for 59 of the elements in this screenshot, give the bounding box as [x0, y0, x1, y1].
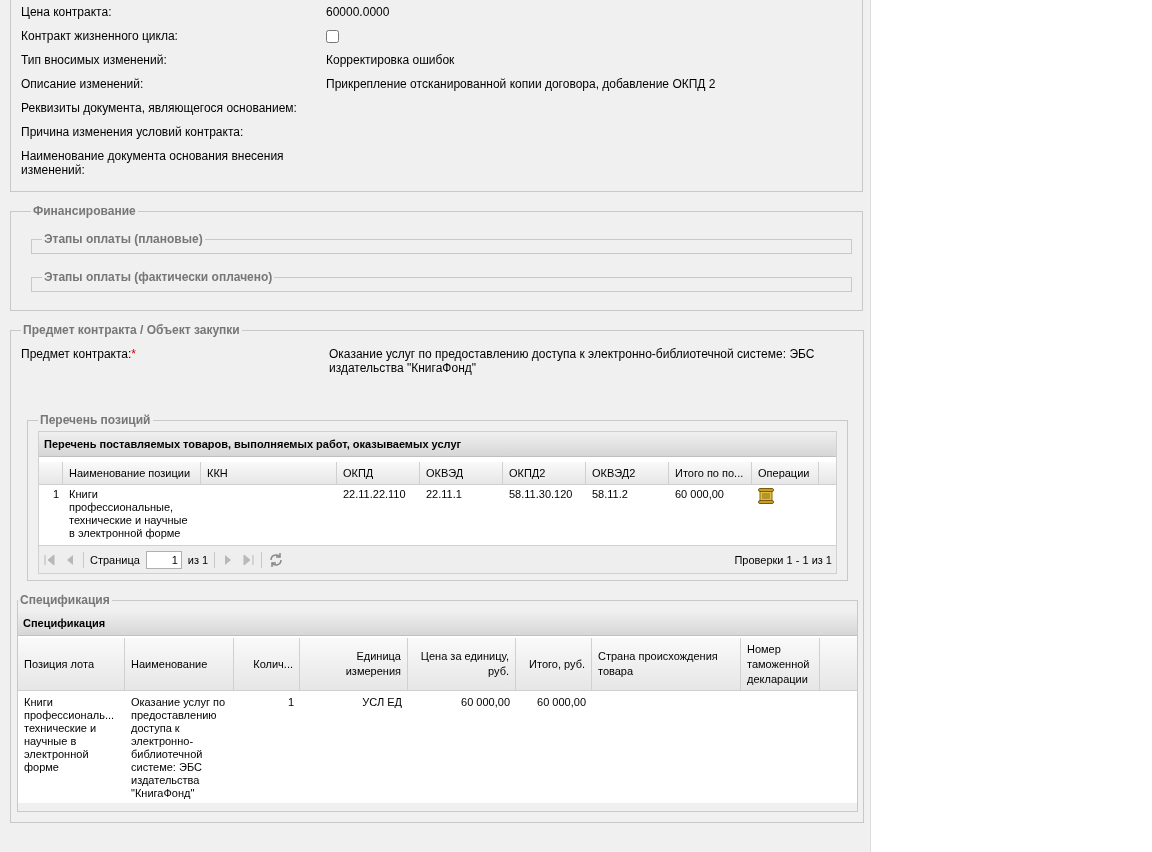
- table-cell-text: 60 000,00: [674, 487, 725, 502]
- field-label: Причина изменения условий контракта:: [21, 124, 245, 139]
- table-cell-text: 60 000,00: [460, 695, 511, 710]
- table-cell-text: 22.11.22.110: [342, 487, 407, 502]
- required-mark: *: [131, 347, 137, 361]
- column-header[interactable]: Наименование позиции: [63, 462, 201, 484]
- grid-title: Спецификация: [18, 611, 857, 636]
- section-legend: Перечень позиций: [38, 413, 153, 427]
- table-cell-text: УСЛ ЕД: [361, 695, 403, 710]
- grid-title: Перечень поставляемых товаров, выполняемых работ, оказываемых услуг: [39, 432, 836, 457]
- page-label: Страница: [90, 553, 140, 566]
- field-label: Наименование документа основания внесения изменений:: [21, 148, 285, 177]
- field-label: Реквизиты документа, являющегося основанием:: [21, 100, 298, 115]
- last-page-icon[interactable]: [241, 552, 256, 567]
- column-header[interactable]: ОКПД2: [503, 462, 586, 484]
- table-cell-text: Оказание услуг по предоставлению доступа к электронно-библиотечной системе: ЭБС издательства "КнигаФонд": [130, 695, 227, 801]
- section-legend: Спецификация: [18, 593, 112, 607]
- table-cell-text: 58.11.2: [591, 487, 629, 502]
- column-header[interactable]: Страна происхождения товара: [592, 638, 741, 690]
- column-header[interactable]: Цена за единицу, руб.: [408, 638, 516, 690]
- column-header[interactable]: Итого, руб.: [516, 638, 592, 690]
- section-legend: Предмет контракта / Объект закупки: [21, 323, 242, 337]
- field-label: Цена контракта:: [21, 4, 113, 19]
- table-cell-text: 22.11.1: [425, 487, 463, 502]
- section-legend: Этапы оплаты (фактически оплачено): [42, 270, 275, 284]
- column-header[interactable]: Единица измерения: [300, 638, 408, 690]
- column-header[interactable]: ОКВЭД: [420, 462, 503, 484]
- column-header[interactable]: ОКВЭД2: [586, 462, 669, 484]
- checkbox[interactable]: [326, 30, 339, 43]
- pager-summary: Проверки 1 - 1 из 1: [734, 553, 832, 566]
- column-header[interactable]: Операции: [752, 462, 819, 484]
- column-header[interactable]: Позиция лота: [18, 638, 125, 690]
- field-label: Тип вносимых изменений:: [21, 52, 168, 67]
- field-value: 60000.0000: [326, 4, 391, 19]
- table-cell-text: Книги профессиональ... технические и научные в электронной форме: [23, 695, 116, 775]
- scroll-icon[interactable]: [758, 488, 774, 504]
- table-cell-text: 60 000,00: [536, 695, 587, 710]
- column-header[interactable]: Итого по по...: [669, 462, 752, 484]
- table-cell-text: 1: [286, 695, 295, 710]
- field-value: Корректировка ошибок: [326, 52, 456, 67]
- first-page-icon[interactable]: [43, 552, 57, 567]
- page-input[interactable]: 1: [145, 550, 182, 569]
- column-header[interactable]: Наименование: [125, 638, 234, 690]
- column-header[interactable]: Номер таможенной декларации: [741, 638, 820, 690]
- column-header[interactable]: Колич...: [234, 638, 300, 690]
- column-header[interactable]: ККН: [201, 462, 337, 484]
- field-label: Описание изменений:: [21, 76, 145, 91]
- page-count: из 1: [187, 553, 209, 566]
- row-number: 1: [51, 487, 60, 502]
- field-label: Предмет контракта:: [21, 347, 132, 361]
- field-value: Оказание услуг по предоставлению доступа к электронно-библиотечной системе: ЭБС издательства "КнигаФонд": [329, 347, 816, 375]
- refresh-icon[interactable]: [268, 551, 285, 568]
- table-cell-text: 58.11.30.120: [508, 487, 574, 502]
- column-header[interactable]: ОКПД: [337, 462, 420, 484]
- section-legend: Этапы оплаты (плановые): [42, 232, 205, 246]
- field-label: Контракт жизненного цикла:: [21, 28, 179, 43]
- section-legend: Финансирование: [31, 204, 138, 218]
- field-value: Прикрепление отсканированной копии договора, добавление ОКПД 2: [326, 76, 717, 91]
- table-cell-text: Книги профессиональные, технические и научные в электронной форме: [68, 487, 189, 541]
